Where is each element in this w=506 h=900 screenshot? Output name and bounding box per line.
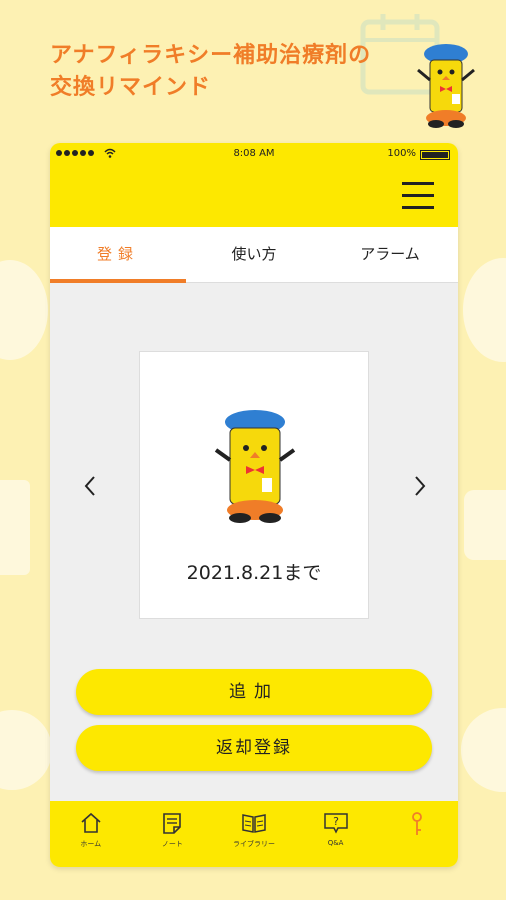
- key-icon: [412, 812, 423, 835]
- home-icon: [81, 812, 101, 833]
- add-button[interactable]: 追加: [76, 669, 432, 715]
- phone-frame: 8:08 AM 100% 登録 使い方 アラーム 2021.8.21まで 追加 …: [50, 143, 458, 867]
- nav-home-label: ホーム: [80, 840, 102, 848]
- food-decoration: [0, 260, 48, 360]
- egg-decoration: [461, 708, 506, 792]
- app-bar: [50, 167, 458, 227]
- tab-alarm[interactable]: アラーム: [322, 227, 458, 282]
- menu-icon[interactable]: [402, 182, 434, 210]
- nav-qa[interactable]: ? Q&A: [295, 801, 377, 867]
- bread-decoration: [464, 490, 506, 560]
- battery-icon: [420, 150, 450, 160]
- nav-library[interactable]: ライブラリー: [213, 801, 295, 867]
- tab-bar: 登録 使い方 アラーム: [50, 227, 458, 283]
- status-bar: 8:08 AM 100%: [50, 143, 458, 167]
- fish-decoration: [463, 258, 506, 362]
- mascot-icon: [214, 410, 296, 523]
- book-icon: [242, 814, 266, 833]
- tab-register[interactable]: 登録: [50, 227, 186, 282]
- nav-key[interactable]: [376, 801, 458, 867]
- nav-library-label: ライブラリー: [232, 840, 275, 848]
- nav-note[interactable]: ノート: [132, 801, 214, 867]
- expiry-date: 2021.8.21まで: [186, 562, 322, 584]
- mascot-icon: [417, 44, 475, 128]
- nav-note-label: ノート: [161, 840, 183, 848]
- chevron-right-icon[interactable]: [408, 471, 432, 501]
- battery-percent: 100%: [387, 148, 416, 159]
- qa-icon: ?: [323, 813, 348, 834]
- headline: アナフィラキシー補助治療剤の 交換リマインド: [50, 40, 371, 104]
- chevron-left-icon[interactable]: [78, 471, 102, 501]
- bottom-nav: ホーム ノート ライブラリー ? Q&A: [50, 801, 458, 867]
- main-content: 2021.8.21まで 追加 返却登録: [50, 283, 458, 803]
- headline-line1: アナフィラキシー補助治療剤の: [50, 43, 372, 68]
- tab-usage[interactable]: 使い方: [186, 227, 322, 282]
- headline-line2: 交換リマインド: [50, 75, 212, 100]
- nav-qa-label: Q&A: [327, 839, 344, 847]
- note-icon: [163, 813, 182, 834]
- milk-decoration: [0, 480, 30, 575]
- return-register-button[interactable]: 返却登録: [76, 725, 432, 771]
- nav-home[interactable]: ホーム: [50, 801, 132, 867]
- svg-text:?: ?: [333, 815, 339, 828]
- product-card: 2021.8.21まで: [139, 351, 369, 619]
- cookie-decoration: [0, 710, 50, 790]
